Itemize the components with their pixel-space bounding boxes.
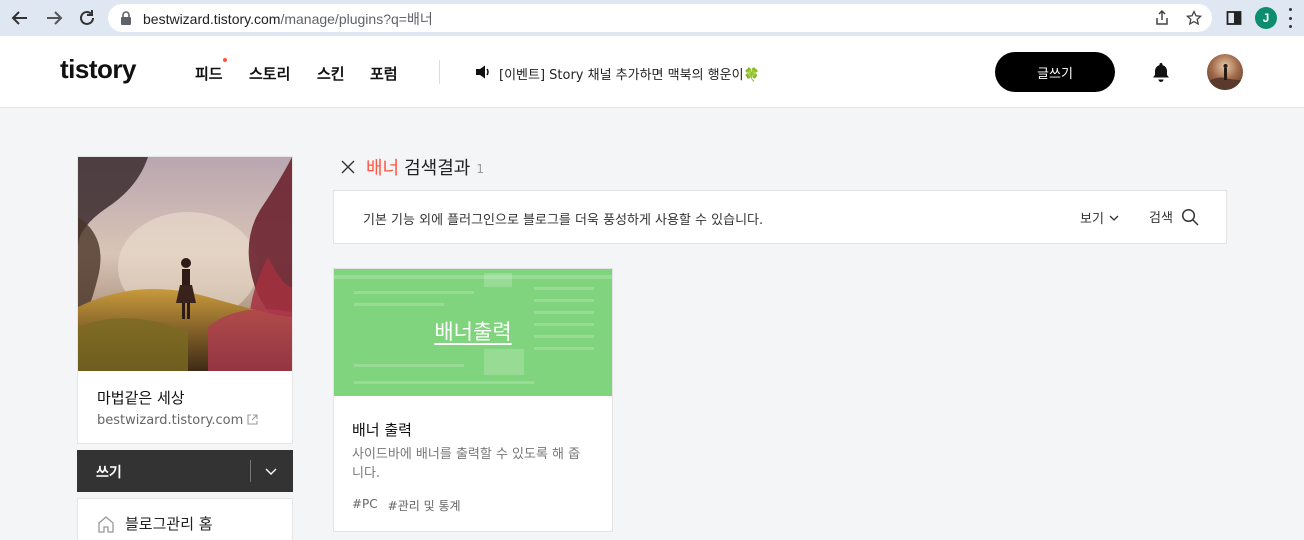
write-menu-divider bbox=[250, 460, 251, 482]
admin-menu: 블로그관리 홈 bbox=[77, 498, 293, 540]
thumbnail-decoration bbox=[534, 311, 594, 314]
thumbnail-decoration bbox=[354, 291, 474, 294]
write-menu-label: 쓰기 bbox=[96, 465, 122, 481]
view-dropdown[interactable]: 보기 bbox=[1080, 208, 1120, 227]
search-button[interactable]: 검색 bbox=[1149, 207, 1199, 226]
user-avatar[interactable] bbox=[1207, 54, 1243, 90]
plugin-description: 사이드바에 배너를 출력할 수 있도록 해 줍니다. bbox=[352, 447, 581, 481]
tistory-logo[interactable]: tistory bbox=[60, 54, 136, 85]
plugin-card[interactable]: 배너출력 배너 출력 사이드바에 배너를 출력할 수 있도록 해 줍니다. #P… bbox=[333, 268, 613, 532]
view-dropdown-label: 보기 bbox=[1080, 212, 1104, 227]
thumbnail-decoration bbox=[334, 275, 612, 279]
lock-icon[interactable] bbox=[120, 11, 132, 25]
address-bar[interactable]: bestwizard.tistory.com/manage/plugins?q=… bbox=[108, 4, 1212, 32]
new-indicator-dot bbox=[223, 58, 227, 62]
site-header: tistory 피드 스토리 스킨 포럼 [이벤트] Story 채널 추가하면… bbox=[0, 36, 1304, 108]
plugin-tag: #PC bbox=[352, 497, 378, 511]
speaker-icon bbox=[476, 65, 489, 79]
url-path: /manage/plugins?q=배너 bbox=[280, 11, 433, 27]
thumbnail-decoration bbox=[484, 349, 524, 375]
browser-toolbar: bestwizard.tistory.com/manage/plugins?q=… bbox=[0, 0, 1304, 36]
url-text[interactable]: bestwizard.tistory.com/manage/plugins?q=… bbox=[143, 9, 433, 29]
chevron-down-icon bbox=[1109, 215, 1119, 221]
blog-cover-image[interactable] bbox=[78, 157, 292, 371]
event-notice-link[interactable]: [이벤트] Story 채널 추가하면 맥북의 행운이🍀 bbox=[499, 64, 760, 83]
close-icon[interactable] bbox=[340, 159, 356, 175]
thumbnail-decoration bbox=[534, 299, 594, 302]
event-notice-text: [이벤트] Story 채널 추가하면 맥북의 행운이 bbox=[499, 68, 744, 83]
bookmark-star-icon[interactable] bbox=[1184, 8, 1204, 28]
plugin-name[interactable]: 배너 출력 bbox=[352, 419, 412, 440]
nav-forum[interactable]: 포럼 bbox=[370, 63, 398, 84]
write-menu-button[interactable]: 쓰기 bbox=[77, 450, 293, 492]
search-button-label: 검색 bbox=[1149, 211, 1173, 226]
blog-url-text: bestwizard.tistory.com bbox=[97, 413, 244, 428]
plugin-tag: #관리 및 통계 bbox=[387, 499, 461, 513]
search-results-heading: 배너 검색결과 1 bbox=[340, 154, 484, 180]
clover-icon: 🍀 bbox=[743, 68, 760, 83]
nav-skin[interactable]: 스킨 bbox=[317, 63, 345, 84]
plugin-description-text: 기본 기능 외에 플러그인으로 블로그를 더욱 풍성하게 사용할 수 있습니다. bbox=[363, 213, 764, 228]
thumbnail-decoration bbox=[484, 273, 512, 287]
search-query: 배너 bbox=[366, 158, 400, 179]
nav-feed[interactable]: 피드 bbox=[195, 63, 223, 84]
thumbnail-decoration bbox=[354, 303, 444, 306]
thumbnail-decoration bbox=[534, 347, 594, 350]
plugin-thumbnail-label: 배너출력 bbox=[334, 316, 612, 346]
bell-icon[interactable] bbox=[1150, 61, 1172, 83]
plugin-tags: #PC #관리 및 통계 bbox=[352, 497, 471, 514]
reload-icon[interactable] bbox=[75, 6, 99, 30]
search-icon bbox=[1181, 208, 1199, 226]
header-divider bbox=[439, 60, 440, 84]
nav-story[interactable]: 스토리 bbox=[249, 63, 290, 84]
external-link-icon bbox=[247, 414, 258, 425]
thumbnail-decoration bbox=[534, 287, 594, 290]
browser-profile-avatar[interactable]: J bbox=[1255, 7, 1277, 29]
chevron-down-icon[interactable] bbox=[264, 464, 278, 478]
search-results-count: 1 bbox=[476, 162, 485, 176]
url-host: bestwizard.tistory.com bbox=[143, 11, 281, 27]
home-icon bbox=[98, 515, 114, 533]
blog-profile-card: 마법같은 세상 bestwizard.tistory.com bbox=[77, 156, 293, 444]
back-icon[interactable] bbox=[8, 6, 32, 30]
search-results-title: 검색결과 bbox=[404, 158, 471, 179]
write-post-button[interactable]: 글쓰기 bbox=[995, 52, 1115, 92]
forward-icon[interactable] bbox=[42, 6, 66, 30]
blog-url-link[interactable]: bestwizard.tistory.com bbox=[97, 413, 258, 428]
side-panel-icon[interactable] bbox=[1222, 6, 1246, 30]
thumbnail-decoration bbox=[354, 381, 534, 384]
admin-home-link[interactable]: 블로그관리 홈 bbox=[97, 513, 213, 534]
browser-menu-icon[interactable] bbox=[1287, 8, 1293, 28]
plugin-thumbnail-label-text: 배너출력 bbox=[434, 320, 512, 344]
share-icon[interactable] bbox=[1152, 8, 1172, 28]
plugin-thumbnail[interactable]: 배너출력 bbox=[334, 269, 612, 396]
thumbnail-decoration bbox=[354, 364, 464, 367]
plugin-filter-bar: 기본 기능 외에 플러그인으로 블로그를 더욱 풍성하게 사용할 수 있습니다.… bbox=[333, 190, 1227, 244]
blog-title[interactable]: 마법같은 세상 bbox=[97, 387, 185, 408]
admin-home-label: 블로그관리 홈 bbox=[125, 515, 213, 533]
